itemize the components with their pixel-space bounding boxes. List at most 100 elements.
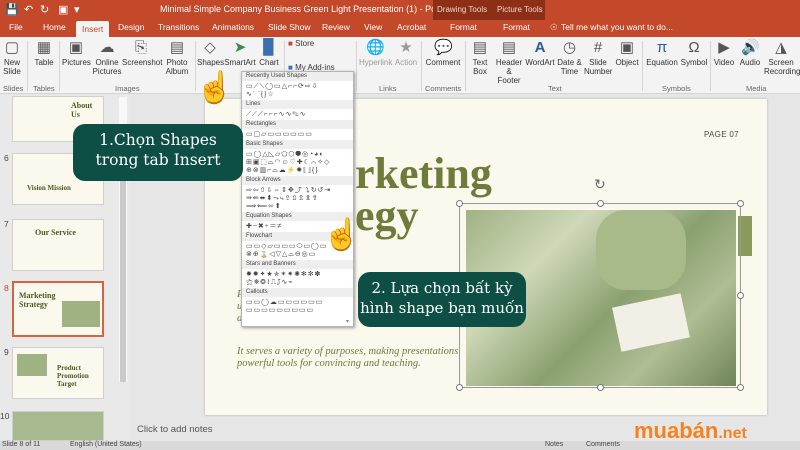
slide-thumbnail-10[interactable]: [12, 411, 104, 441]
wordart-button[interactable]: A WordArt: [525, 39, 555, 67]
slide-thumbnail-9[interactable]: Product Promotion Target: [12, 347, 104, 399]
resize-handle[interactable]: [597, 384, 604, 391]
tab-format-picture[interactable]: Format: [503, 22, 530, 32]
save-icon[interactable]: 💾: [5, 3, 19, 16]
tab-slide-show[interactable]: Slide Show: [268, 22, 311, 32]
pointing-hand-icon: ☝: [196, 71, 234, 104]
undo-icon[interactable]: ↶: [24, 3, 33, 16]
shape-row-basic[interactable]: ▭ ◯ △ ◺ ▱ ⬠ ⬡ ⯃ ◎ ◔ ◕ ◐: [246, 151, 350, 158]
language-status[interactable]: English (United States): [70, 441, 142, 448]
date-time-icon: ◷: [562, 39, 577, 56]
text-box-button[interactable]: ▤ Text Box: [468, 39, 492, 76]
notes-toggle[interactable]: Notes: [545, 441, 563, 448]
tab-format-drawing[interactable]: Format: [450, 22, 477, 32]
store-button[interactable]: ■ Store: [288, 39, 314, 48]
group-label-text: Text: [548, 84, 562, 93]
comment-button[interactable]: 💬 Comment: [424, 39, 462, 67]
customize-qat-icon[interactable]: ▾: [74, 3, 80, 16]
shape-row-lines[interactable]: ⟋ ⟋ ⟋ ⌐ ⌐ ⌐ ∿ ∿ ✎ ∿: [246, 111, 350, 118]
screen-recording-button[interactable]: ◮ Screen Recording: [764, 39, 800, 76]
picture-tools-context: Picture Tools: [493, 0, 545, 20]
object-button[interactable]: ▣ Object: [614, 39, 640, 67]
resize-handle[interactable]: [597, 200, 604, 207]
tab-file[interactable]: File: [9, 22, 23, 32]
tab-view[interactable]: View: [364, 22, 382, 32]
shapes-dropdown[interactable]: Recently Used Shapes ▭ ⟋ ⟍ ◯ ▭ △ ⌐ ⌐ ⟳ ⇨…: [241, 71, 354, 327]
tab-transitions[interactable]: Transitions: [158, 22, 199, 32]
ribbon: ▢ New Slide ▦ Table ▣ Pictures ☁ Online Pict…: [0, 37, 800, 94]
shape-row-recent[interactable]: ▭ ⟋ ⟍ ◯ ▭ △ ⌐ ⌐ ⟳ ⇨ ⇩: [246, 83, 350, 90]
audio-button[interactable]: 🔊 Audio: [738, 39, 762, 67]
shape-row-stars[interactable]: ✸ ✹ ✦ ★ ✯ ✶ ✷ ✺ ✻ ✼ ✽: [246, 271, 350, 278]
symbol-button[interactable]: Ω Symbol: [680, 39, 708, 67]
chart-button[interactable]: ▉ Chart: [257, 39, 281, 67]
header-footer-button[interactable]: ▤ Header & Footer: [494, 39, 524, 85]
online-pictures-button[interactable]: ☁ Online Pictures: [92, 39, 122, 76]
slide-thumbnail-7[interactable]: Our Service: [12, 219, 104, 271]
equation-button[interactable]: π Equation: [645, 39, 679, 67]
shape-row-flowchart[interactable]: ⊗ ⊕ ⌛ ◁ ▽ △ ⌓ ⊖ ◎ ▭: [246, 251, 350, 258]
resize-handle[interactable]: [737, 384, 744, 391]
group-separator: [59, 41, 60, 91]
group-label-slides: Slides: [3, 84, 24, 93]
photo-album-button[interactable]: ▤ Photo Album: [161, 39, 193, 76]
window-title: Minimal Simple Company Business Green Li…: [160, 4, 472, 14]
chart-icon: ▉: [263, 39, 275, 56]
slide-number-button[interactable]: # Slide Number: [584, 39, 612, 76]
speaker-icon: 🔊: [741, 39, 760, 56]
shape-row-arrows[interactable]: ⟹ ⟸ ⬄ ⬆: [246, 203, 350, 210]
object-icon: ▣: [619, 39, 635, 56]
slide-number-icon: #: [593, 39, 603, 56]
pictures-button[interactable]: ▣ Pictures: [62, 39, 91, 67]
screenshot-button[interactable]: ⎘ Screenshot: [122, 39, 162, 67]
resize-handle[interactable]: [737, 292, 744, 299]
resize-handle[interactable]: [456, 384, 463, 391]
page-label[interactable]: PAGE 07: [704, 130, 739, 139]
smartart-button[interactable]: ➤ SmartArt: [224, 39, 256, 67]
table-button[interactable]: ▦ Table: [32, 39, 56, 67]
hyperlink-button[interactable]: 🌐 Hyperlink: [359, 39, 392, 67]
pi-icon: π: [656, 39, 668, 56]
tell-me-search[interactable]: Tell me what you want to do...: [561, 22, 673, 32]
notes-placeholder[interactable]: Click to add notes: [137, 424, 213, 435]
rotate-handle-icon[interactable]: ↻: [594, 176, 606, 193]
shape-row-basic[interactable]: ⊕ ⊗ ▥ ⌐ ⌓ ☁ ⚡ ✹ ⟦ ⟧ { }: [246, 167, 350, 174]
video-button[interactable]: ▶ Video: [712, 39, 736, 67]
resize-handle[interactable]: [456, 200, 463, 207]
tab-home[interactable]: Home: [43, 22, 66, 32]
tab-insert[interactable]: Insert: [76, 21, 110, 37]
tab-acrobat[interactable]: Acrobat: [397, 22, 426, 32]
shapes-icon: ◇: [204, 39, 216, 56]
redo-icon[interactable]: ↻: [40, 3, 49, 16]
menu-scroll-icon[interactable]: ▾: [346, 318, 349, 325]
group-separator: [356, 41, 357, 91]
new-slide-button[interactable]: ▢ New Slide: [0, 39, 24, 76]
shape-row-stars[interactable]: ⚝ ❋ ❂ ⌇ ⎍ ⎎ ∿ ⌁: [246, 279, 350, 286]
hyperlink-icon: 🌐: [366, 39, 385, 56]
step2-callout: 2. Lựa chọn bất kỳ hình shape bạn muốn: [358, 272, 526, 327]
shapes-button[interactable]: ◇ Shapes: [197, 39, 224, 67]
shape-row-rectangles[interactable]: ▭ ▢ ▱ ▭ ▭ ▭ ▭ ▭ ▭: [246, 131, 350, 138]
menu-header-lines: Lines: [242, 100, 353, 109]
slide-thumbnail-8[interactable]: Marketing Strategy: [12, 281, 104, 337]
tab-review[interactable]: Review: [322, 22, 350, 32]
slide-body-text[interactable]: It serves a variety of purposes, making …: [237, 346, 477, 370]
shape-row-recent[interactable]: ∿ ⌒ { } ☆: [246, 91, 350, 98]
comments-toggle[interactable]: Comments: [586, 441, 620, 448]
resize-handle[interactable]: [737, 200, 744, 207]
tab-animations[interactable]: Animations: [212, 22, 254, 32]
slide-number-label: 10: [0, 411, 10, 421]
slide-number-label: 8: [4, 283, 9, 293]
shape-row-callouts[interactable]: ▭ ▭ ▭ ▭ ▭ ▭ ▭ ▭ ▭: [246, 307, 350, 314]
date-time-button[interactable]: ◷ Date & Time: [557, 39, 582, 76]
store-icon: ■: [288, 39, 293, 48]
tab-design[interactable]: Design: [118, 22, 144, 32]
action-button[interactable]: ★ Action: [393, 39, 419, 67]
slide-title-line2[interactable]: egy: [355, 190, 419, 241]
shape-row-basic[interactable]: ⊞ ▣ ⬚ ⌓ ◠ ☺ ♡ ✚ ☾ ⌒ ✧ ◇: [246, 159, 350, 166]
group-separator: [27, 41, 28, 91]
present-icon[interactable]: ▣: [58, 3, 68, 16]
shape-row-arrows[interactable]: ⇛ ⇚ ⬌ ⬍ ⤳ ⤷ ⇪ ⇫ ⇬ ⇭ ⇮: [246, 195, 350, 202]
shape-row-callouts[interactable]: ▭ ▭ ◯ ☁ ▭ ▭ ▭ ▭ ▭ ▭: [246, 299, 350, 306]
shape-row-arrows[interactable]: ⇨ ⇦ ⇧ ⇩ ⇔ ⇕ ✥ ⤴ ⤵ ↻ ↺ ⇥: [246, 187, 350, 194]
